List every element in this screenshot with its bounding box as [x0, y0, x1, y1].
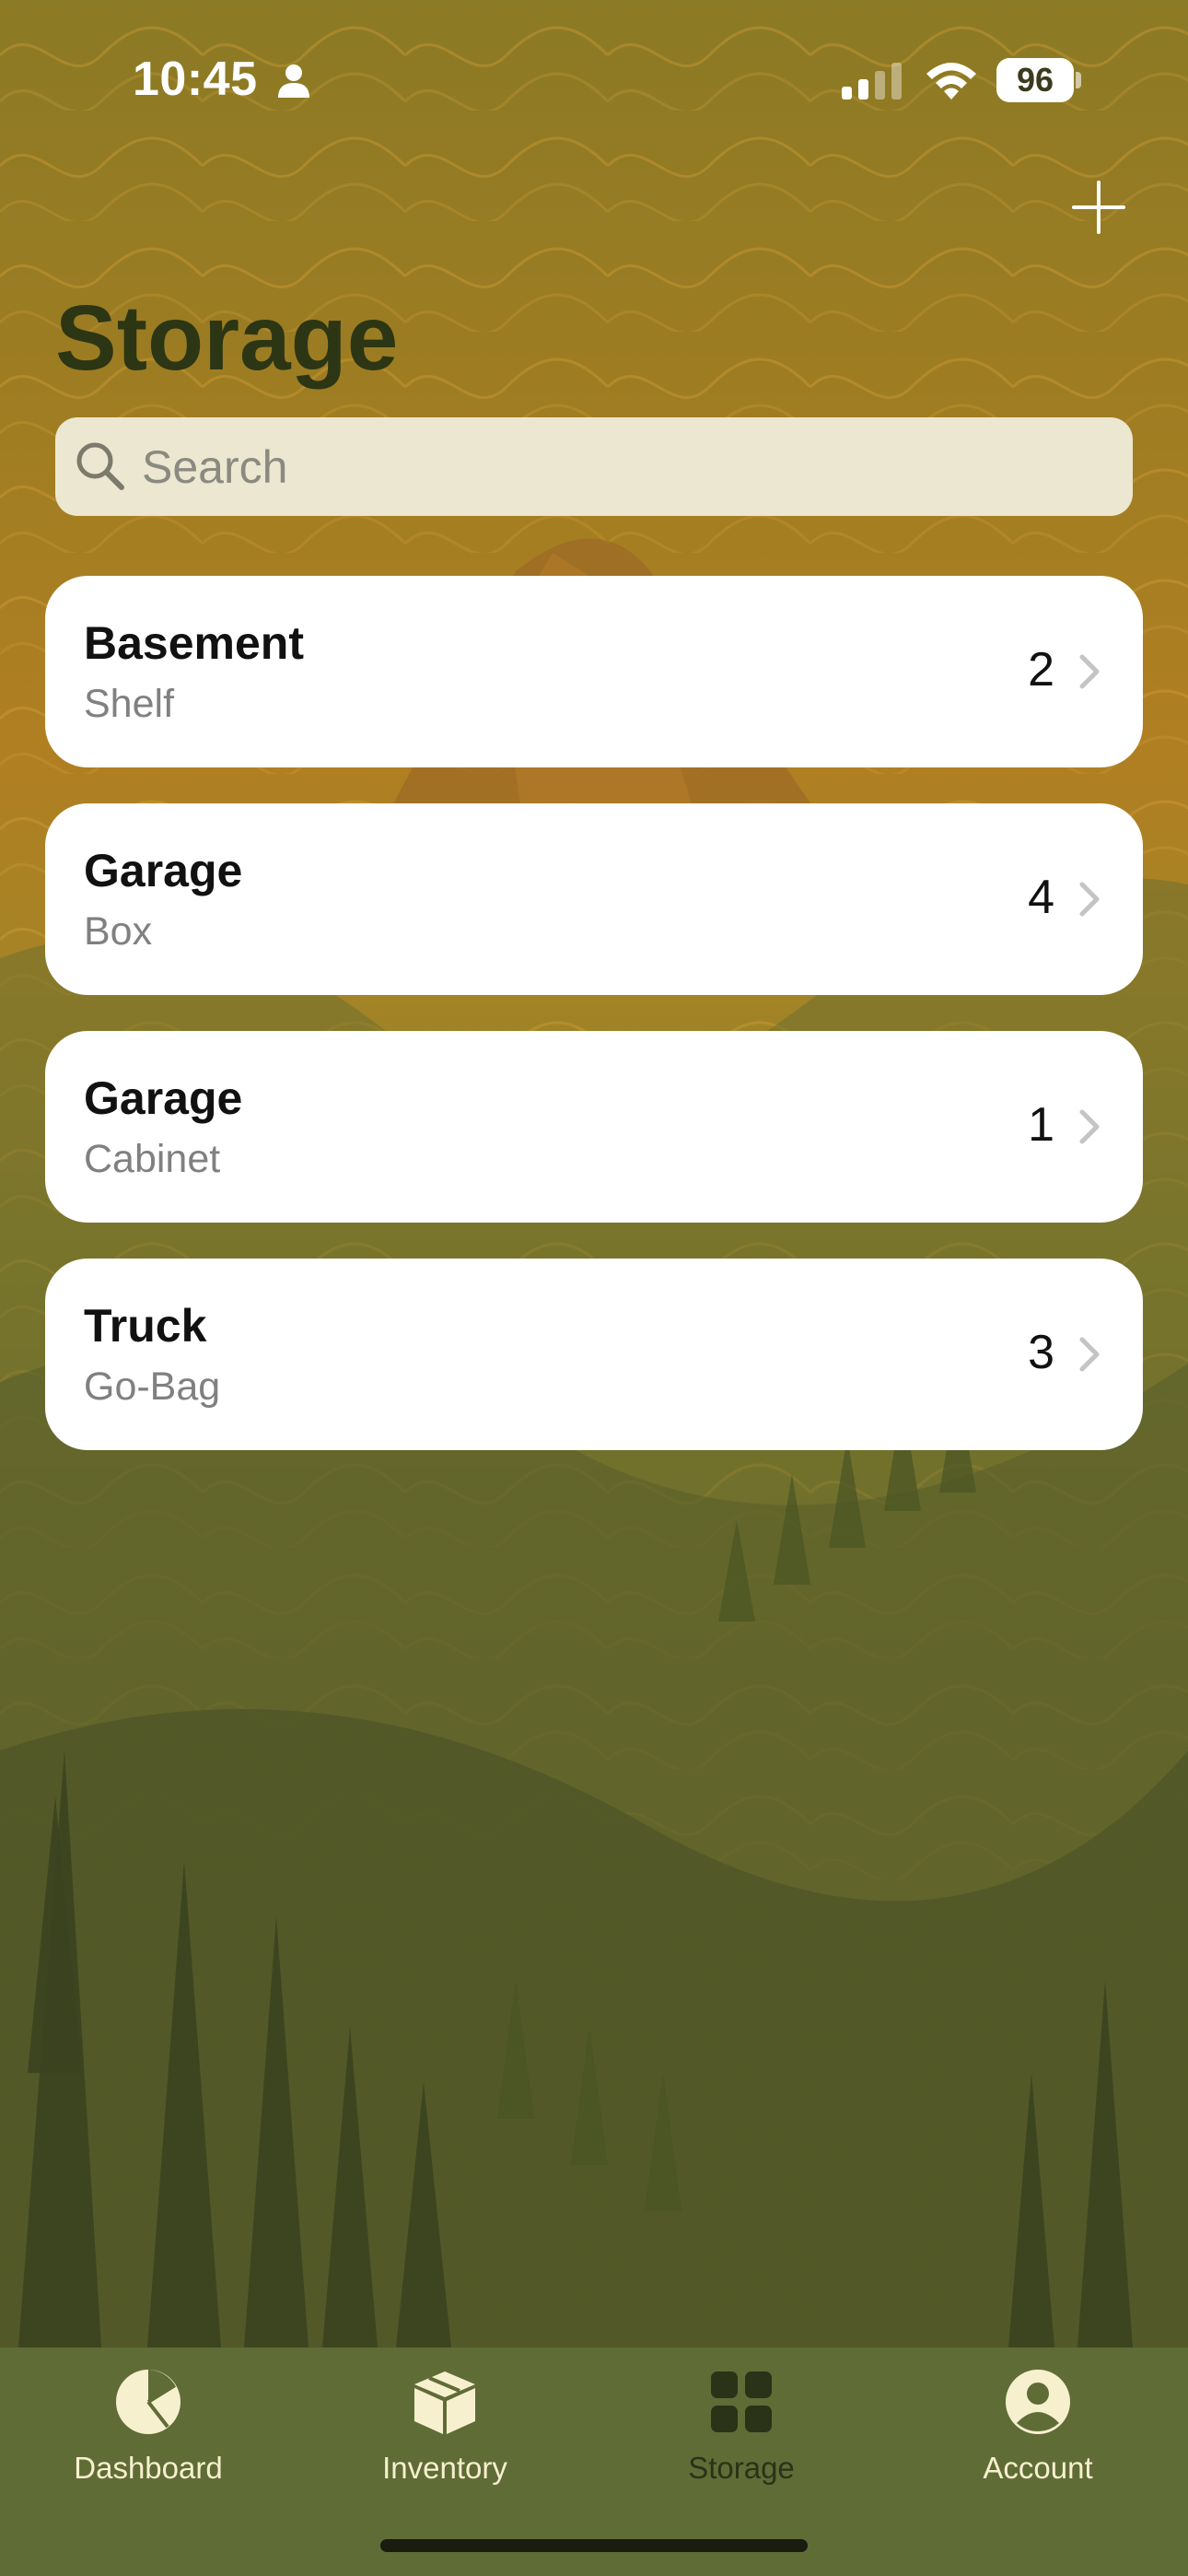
- item-count: 4: [1028, 871, 1054, 924]
- cellular-signal-icon: [842, 63, 902, 100]
- storage-location-name: Truck: [84, 1300, 207, 1352]
- person-circle-icon: [1006, 2370, 1070, 2434]
- item-count: 3: [1028, 1326, 1054, 1379]
- chevron-right-icon: [1079, 1109, 1100, 1144]
- tab-account[interactable]: Account: [890, 2348, 1186, 2513]
- storage-location-type: Box: [84, 909, 153, 954]
- home-indicator[interactable]: [380, 2539, 808, 2552]
- battery-indicator: 96: [996, 58, 1081, 102]
- tab-storage[interactable]: Storage: [593, 2348, 890, 2513]
- storage-row-garage-cabinet[interactable]: Garage Cabinet 1: [45, 1031, 1143, 1223]
- storage-row-garage-box[interactable]: Garage Box 4: [45, 803, 1143, 995]
- plus-icon[interactable]: [1068, 177, 1129, 238]
- tab-inventory[interactable]: Inventory: [297, 2348, 593, 2513]
- tab-label: Inventory: [382, 2451, 507, 2485]
- box-icon: [414, 2371, 475, 2434]
- person-icon: [278, 64, 309, 98]
- storage-location-type: Cabinet: [84, 1137, 221, 1181]
- storage-location-name: Garage: [84, 1072, 243, 1124]
- tab-label: Account: [983, 2451, 1093, 2485]
- item-count: 2: [1028, 643, 1054, 697]
- chevron-right-icon: [1079, 654, 1100, 689]
- grid-icon: [711, 2371, 772, 2432]
- storage-location-name: Basement: [84, 617, 304, 669]
- search-icon: [76, 442, 124, 490]
- chevron-right-icon: [1079, 1337, 1100, 1372]
- storage-location-type: Shelf: [84, 682, 175, 726]
- status-bar: 10:45 96: [0, 0, 1188, 157]
- chevron-right-icon: [1079, 882, 1100, 917]
- tab-label: Dashboard: [74, 2451, 223, 2485]
- wifi-icon: [926, 63, 976, 100]
- item-count: 1: [1028, 1098, 1054, 1152]
- search-bar[interactable]: [55, 417, 1133, 516]
- tab-dashboard[interactable]: Dashboard: [0, 2348, 297, 2513]
- status-time: 10:45: [133, 53, 258, 106]
- storage-location-type: Go-Bag: [84, 1364, 221, 1409]
- search-input[interactable]: [142, 417, 1118, 516]
- battery-level: 96: [996, 58, 1074, 102]
- storage-location-name: Garage: [84, 845, 243, 896]
- battery-cap: [1076, 72, 1081, 88]
- pie-chart-icon: [116, 2370, 181, 2434]
- tab-label: Storage: [688, 2451, 795, 2485]
- page-title: Storage: [55, 287, 399, 390]
- storage-row-basement-shelf[interactable]: Basement Shelf 2: [45, 576, 1143, 767]
- storage-row-truck-go-bag[interactable]: Truck Go-Bag 3: [45, 1259, 1143, 1450]
